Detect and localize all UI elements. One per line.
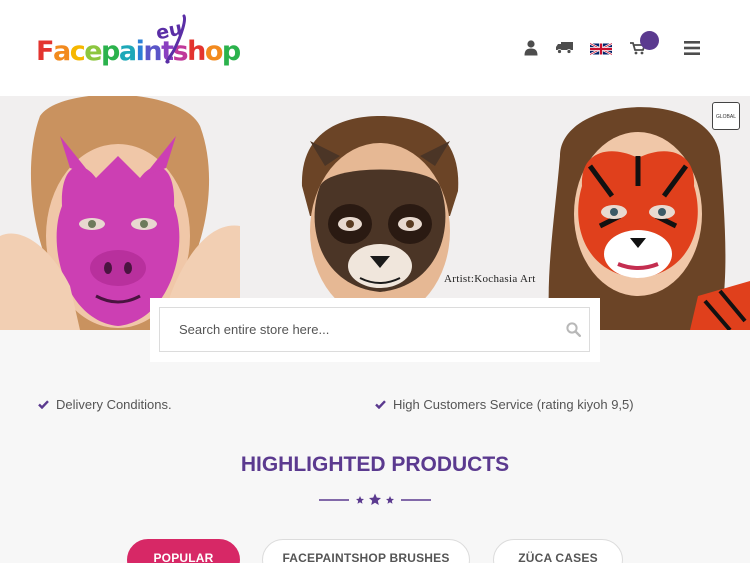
facepaintshop-logo[interactable]: Facepaintshop eu — [36, 14, 241, 78]
artist-credit: Artist:Kochasia Art — [444, 273, 536, 285]
tab-zuca-cases[interactable]: ZÜCA CASES — [493, 539, 623, 563]
logo-letter: F — [36, 36, 54, 67]
tab-popular[interactable]: POPULAR — [127, 539, 240, 563]
feature-label: Delivery Conditions. — [56, 397, 172, 412]
search-icon[interactable] — [566, 322, 581, 337]
check-icon — [375, 400, 386, 409]
tab-facepaintshop-brushes[interactable]: FACEPAINTSHOP BRUSHES — [262, 539, 470, 563]
cart-count-badge[interactable] — [640, 31, 659, 50]
logo-wordmark: Facepaintshop — [36, 36, 241, 67]
pink-devil-face-image — [0, 96, 240, 330]
tiger-face-image — [548, 107, 750, 330]
feature-label: High Customers Service (rating kiyoh 9,5… — [393, 397, 634, 412]
user-icon[interactable] — [524, 40, 538, 56]
feature-delivery[interactable]: Delivery Conditions. — [38, 397, 172, 412]
logo-letter: e — [84, 36, 102, 67]
search-input[interactable] — [159, 307, 590, 352]
feature-customer-service[interactable]: High Customers Service (rating kiyoh 9,5… — [375, 397, 634, 412]
star-icon — [356, 496, 364, 504]
check-icon — [38, 400, 49, 409]
global-badge: GLOBAL — [712, 102, 740, 130]
logo-letter: o — [204, 36, 224, 67]
site-header: Facepaintshop eu — [0, 0, 750, 96]
truck-icon[interactable] — [556, 42, 573, 54]
paintbrush-icon — [165, 14, 186, 64]
logo-letter: a — [118, 36, 137, 67]
section-title: HIGHLIGHTED PRODUCTS — [240, 453, 510, 476]
logo-letter: c — [69, 36, 86, 67]
logo-letter: p — [101, 36, 120, 67]
logo-letter: h — [187, 36, 206, 67]
star-icon — [386, 496, 394, 504]
hamburger-menu-icon[interactable] — [684, 41, 700, 55]
hero-banner[interactable]: Artist:Kochasia Art GLOBAL — [0, 96, 750, 330]
stars-divider — [319, 493, 431, 505]
logo-letter: a — [52, 36, 71, 67]
star-icon — [369, 493, 381, 505]
logo-letter: i — [135, 36, 145, 67]
logo-letter: p — [221, 36, 241, 67]
uk-flag-icon[interactable] — [590, 42, 612, 56]
